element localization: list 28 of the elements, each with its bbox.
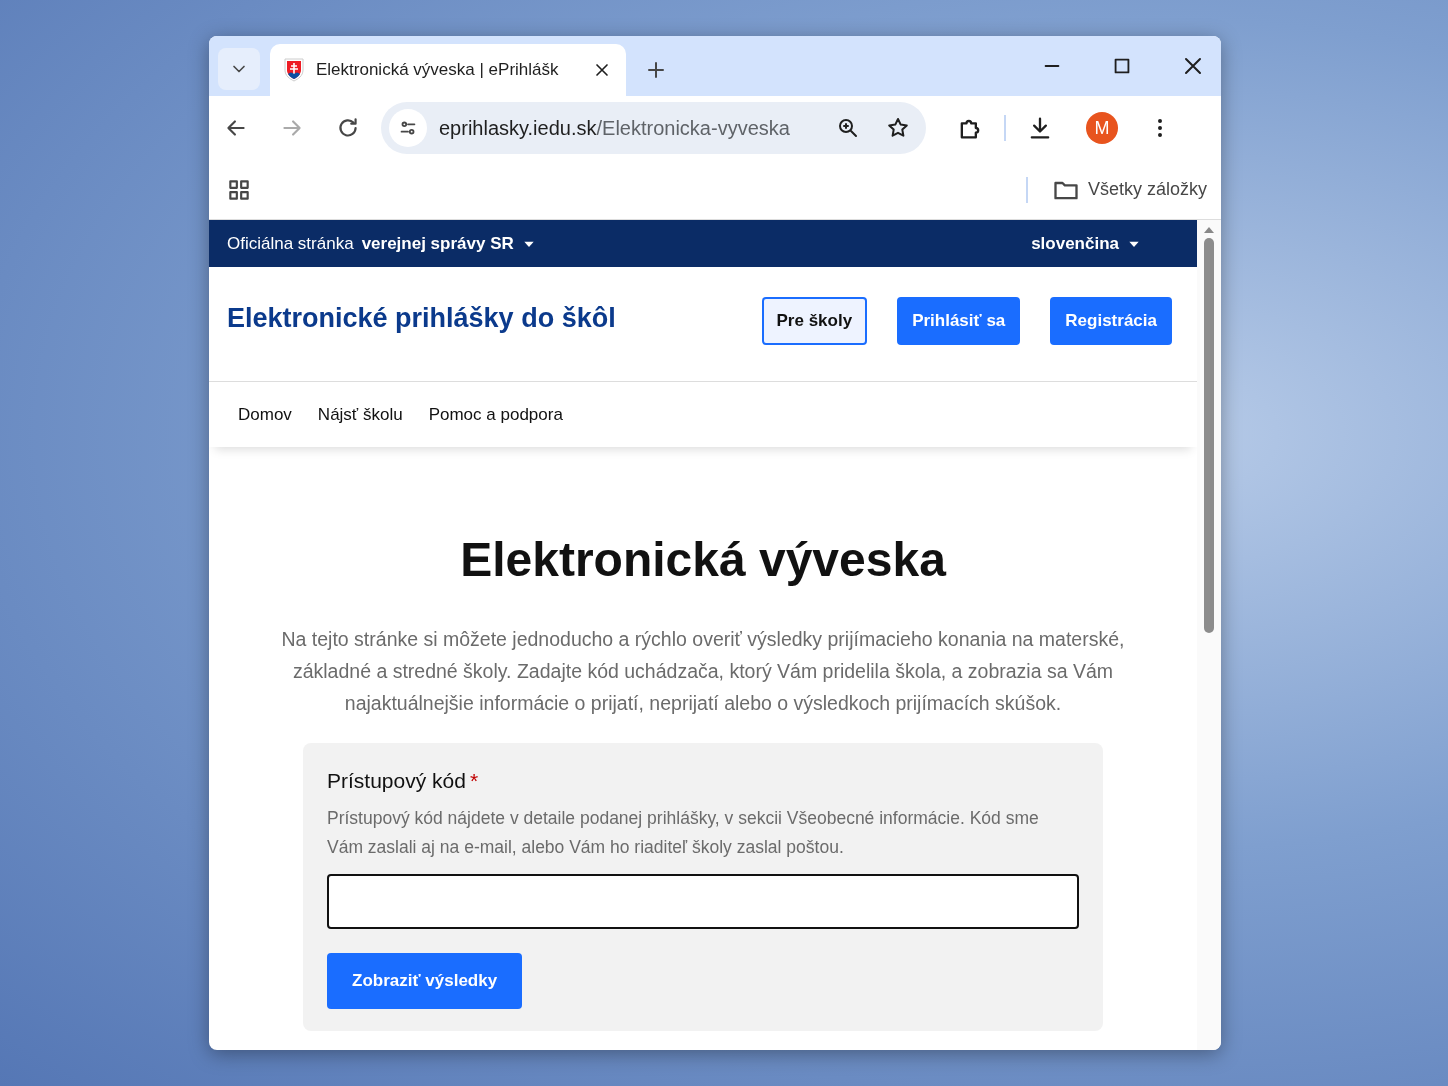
nav-link[interactable]: Nájsť školu: [317, 401, 403, 428]
tab-title: Elektronická výveska | ePrihlášk: [316, 59, 560, 82]
star-icon[interactable]: [886, 116, 910, 140]
nav-link[interactable]: Pomoc a podpora: [428, 401, 563, 428]
access-code-field[interactable]: [327, 874, 1079, 930]
page-heading: Elektronická výveska: [459, 532, 948, 588]
site-settings-icon[interactable]: [389, 109, 427, 147]
field-hint: Prístupový kód nájdete v detaile podanej prihlášky, v sekcii Všeobecné informácie. Kód sme Vám zaslali aj na e-mail, alebo Vám ho riaditeľ školy zaslal poštou.: [327, 807, 1040, 860]
show-results-button[interactable]: Zobraziť výsledky: [327, 953, 523, 1009]
scroll-up-arrow-icon[interactable]: [1203, 226, 1215, 234]
shield-icon: [284, 58, 304, 82]
official-site-dropdown[interactable]: Oficiálna stránka verejnej správy SR: [227, 230, 536, 257]
all-bookmarks-button[interactable]: Všetky záložky: [1051, 175, 1207, 204]
field-label: Prístupový kód: [327, 767, 466, 794]
site-title: Elektronické prihlášky do škôl: [227, 302, 616, 335]
required-asterisk: *: [469, 767, 479, 794]
header-button[interactable]: Pre školy: [761, 297, 868, 345]
zoom-icon[interactable]: [836, 116, 860, 140]
url-text: eprihlasky.iedu.sk/Elektronicka-vyveska: [439, 116, 791, 141]
nav-link[interactable]: Domov: [238, 401, 292, 428]
intro-paragraph: Na tejto stránke si môžete jednoducho a rýchlo overiť výsledky prijímacieho konania na materské, základné a stredné školy. Zadajte kód uchádzača, ktorý Vám pridelila škola, a zobrazia sa Vám najaktuálnejšie informácie o prijatí, neprijatí alebo o výsledkoch prijímacích skúšok.: [280, 626, 1126, 716]
header-button[interactable]: Registrácia: [1050, 297, 1172, 345]
language-dropdown[interactable]: slovenčina: [1031, 230, 1141, 257]
address-bar[interactable]: eprihlasky.iedu.sk/Elektronicka-vyveska: [381, 102, 926, 154]
scrollbar-thumb[interactable]: [1204, 238, 1214, 633]
avatar[interactable]: M: [1086, 112, 1118, 144]
browser-tab[interactable]: Elektronická výveska | ePrihlášk: [270, 44, 626, 96]
header-button[interactable]: Prihlásiť sa: [897, 297, 1021, 345]
